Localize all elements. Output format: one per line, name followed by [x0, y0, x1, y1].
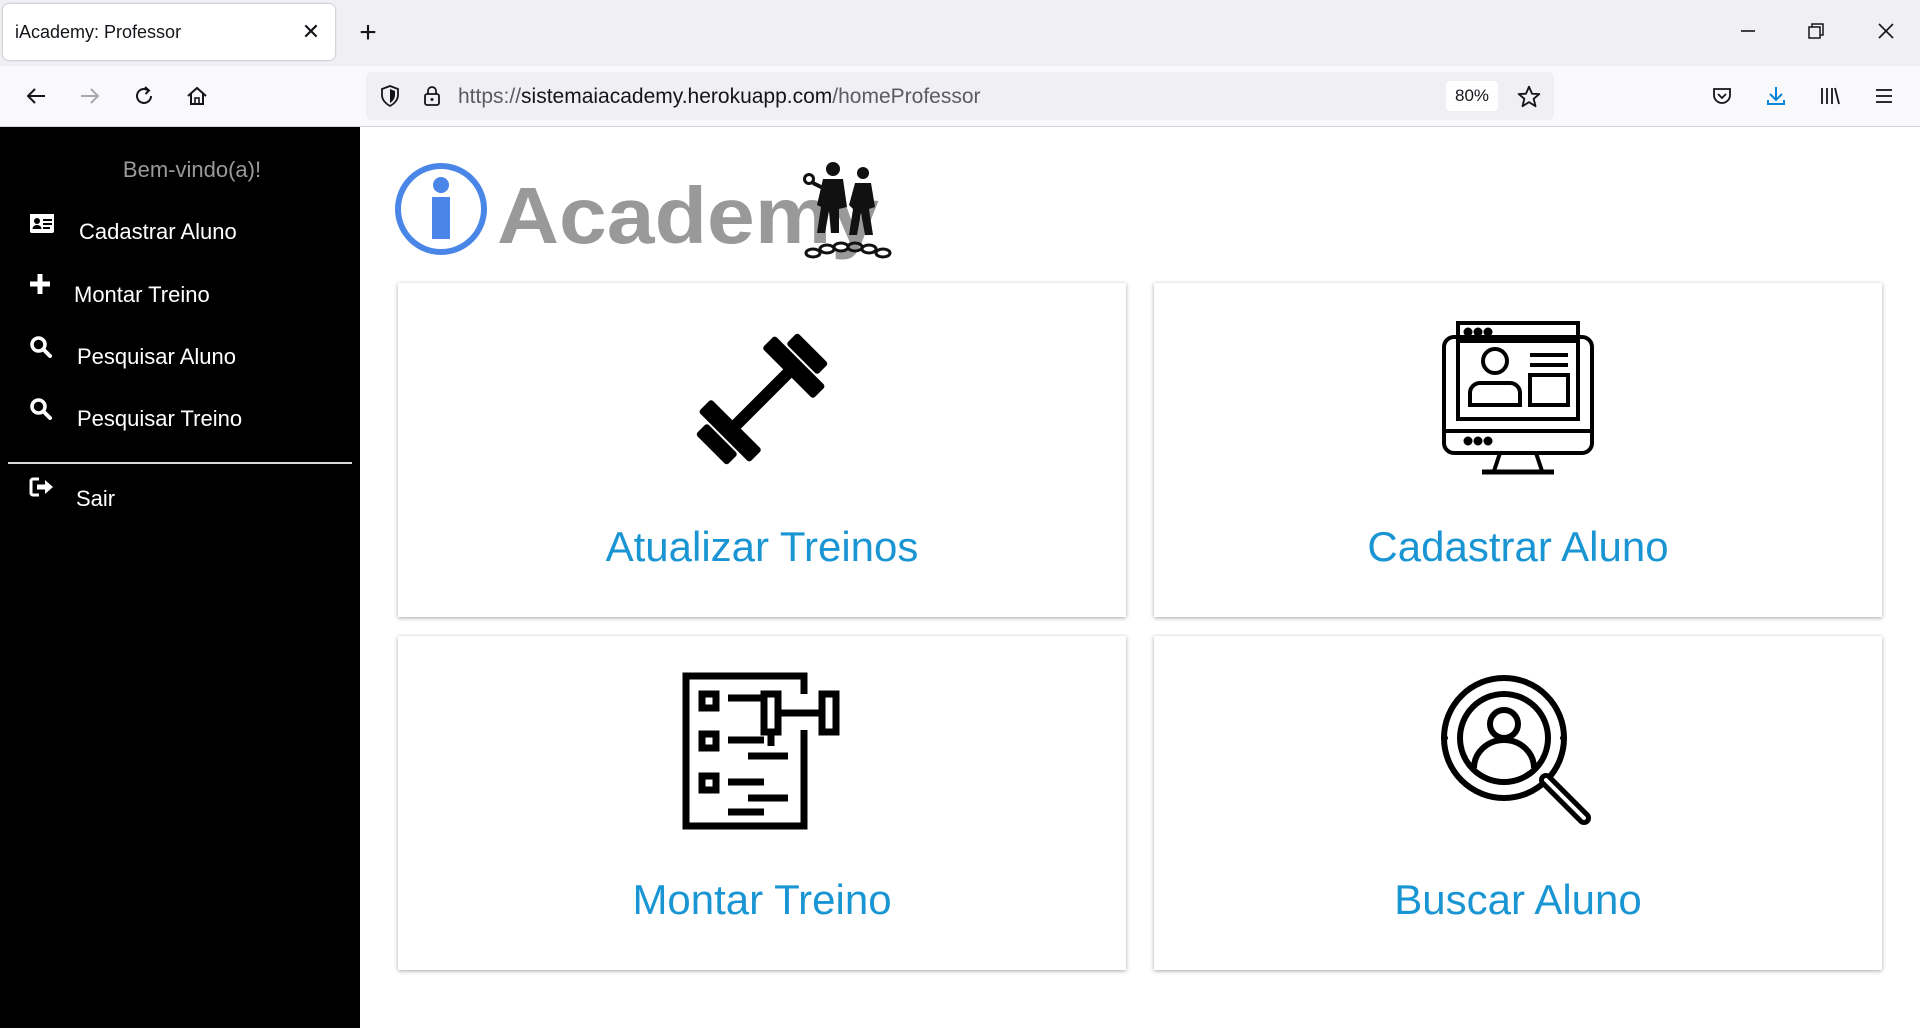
tab-close-icon[interactable]: ✕ — [299, 19, 323, 45]
card-label: Atualizar Treinos — [605, 523, 919, 570]
sidebar-item-sair[interactable]: Sair — [28, 474, 348, 514]
dumbbell-icon — [682, 319, 842, 479]
lock-icon[interactable] — [420, 84, 444, 113]
url-bar[interactable]: https://sistemaiacademy.herokuapp.com/ho… — [366, 72, 1554, 120]
new-tab-button[interactable]: + — [350, 16, 386, 52]
sidebar-item-label: Sair — [76, 486, 116, 511]
library-icon[interactable] — [1810, 76, 1850, 116]
sidebar-item-label: Pesquisar Aluno — [77, 344, 236, 369]
forward-icon[interactable] — [70, 76, 110, 116]
sidebar: Bem-vindo(a)! Cadastrar Aluno Montar Tre… — [0, 127, 360, 1028]
sidebar-item-label: Cadastrar Aluno — [79, 219, 237, 244]
search-icon — [28, 334, 58, 364]
menu-icon[interactable] — [1864, 76, 1904, 116]
card-buscar-aluno[interactable]: Buscar Aluno — [1154, 636, 1882, 970]
card-montar-treino[interactable]: Montar Treino — [398, 636, 1126, 970]
back-icon[interactable] — [16, 76, 56, 116]
tab-title: iAcademy: Professor — [15, 21, 182, 42]
id-card-icon — [28, 209, 58, 239]
zoom-level-button[interactable]: 80% — [1446, 81, 1498, 111]
card-label: Buscar Aluno — [1394, 876, 1642, 923]
card-label: Cadastrar Aluno — [1367, 523, 1669, 570]
card-label: Montar Treino — [632, 876, 892, 923]
sidebar-item-montar-treino[interactable]: Montar Treino — [28, 272, 348, 312]
bookmark-star-icon[interactable] — [1516, 84, 1542, 115]
sidebar-item-label: Montar Treino — [74, 282, 210, 307]
url-host: sistemaiacademy.herokuapp.com — [521, 85, 833, 108]
close-window-icon[interactable] — [1866, 16, 1906, 52]
url-text[interactable]: https://sistemaiacademy.herokuapp.com/ho… — [458, 85, 981, 109]
plus-icon — [28, 272, 58, 302]
browser-tab-bar: iAcademy: Professor ✕ + — [0, 0, 1920, 66]
restore-icon[interactable] — [1796, 16, 1836, 52]
reload-icon[interactable] — [124, 76, 164, 116]
card-atualizar-treinos[interactable]: Atualizar Treinos — [398, 283, 1126, 617]
url-path: /homeProfessor — [832, 85, 981, 108]
iacademy-logo: Academy — [393, 157, 913, 261]
url-scheme: https:// — [458, 85, 522, 108]
welcome-text: Bem-vindo(a)! — [122, 157, 262, 182]
browser-toolbar: https://sistemaiacademy.herokuapp.com/ho… — [0, 66, 1920, 127]
card-cadastrar-aluno[interactable]: Cadastrar Aluno — [1154, 283, 1882, 617]
workout-checklist-icon — [682, 672, 842, 832]
sidebar-item-label: Pesquisar Treino — [77, 406, 243, 431]
sidebar-item-pesquisar-treino[interactable]: Pesquisar Treino — [28, 396, 348, 436]
sidebar-item-pesquisar-aluno[interactable]: Pesquisar Aluno — [28, 334, 348, 374]
search-icon — [28, 396, 58, 426]
home-icon[interactable] — [177, 76, 217, 116]
sidebar-divider — [8, 462, 352, 464]
browser-tab[interactable]: iAcademy: Professor ✕ — [3, 4, 335, 60]
user-search-icon — [1438, 672, 1598, 832]
shield-icon[interactable] — [378, 84, 402, 113]
download-icon[interactable] — [1756, 76, 1796, 116]
minimize-icon[interactable] — [1728, 16, 1768, 52]
sidebar-item-cadastrar-aluno[interactable]: Cadastrar Aluno — [28, 209, 348, 249]
student-profile-monitor-icon — [1438, 319, 1598, 479]
pocket-icon[interactable] — [1702, 76, 1742, 116]
sign-out-icon — [28, 474, 58, 504]
